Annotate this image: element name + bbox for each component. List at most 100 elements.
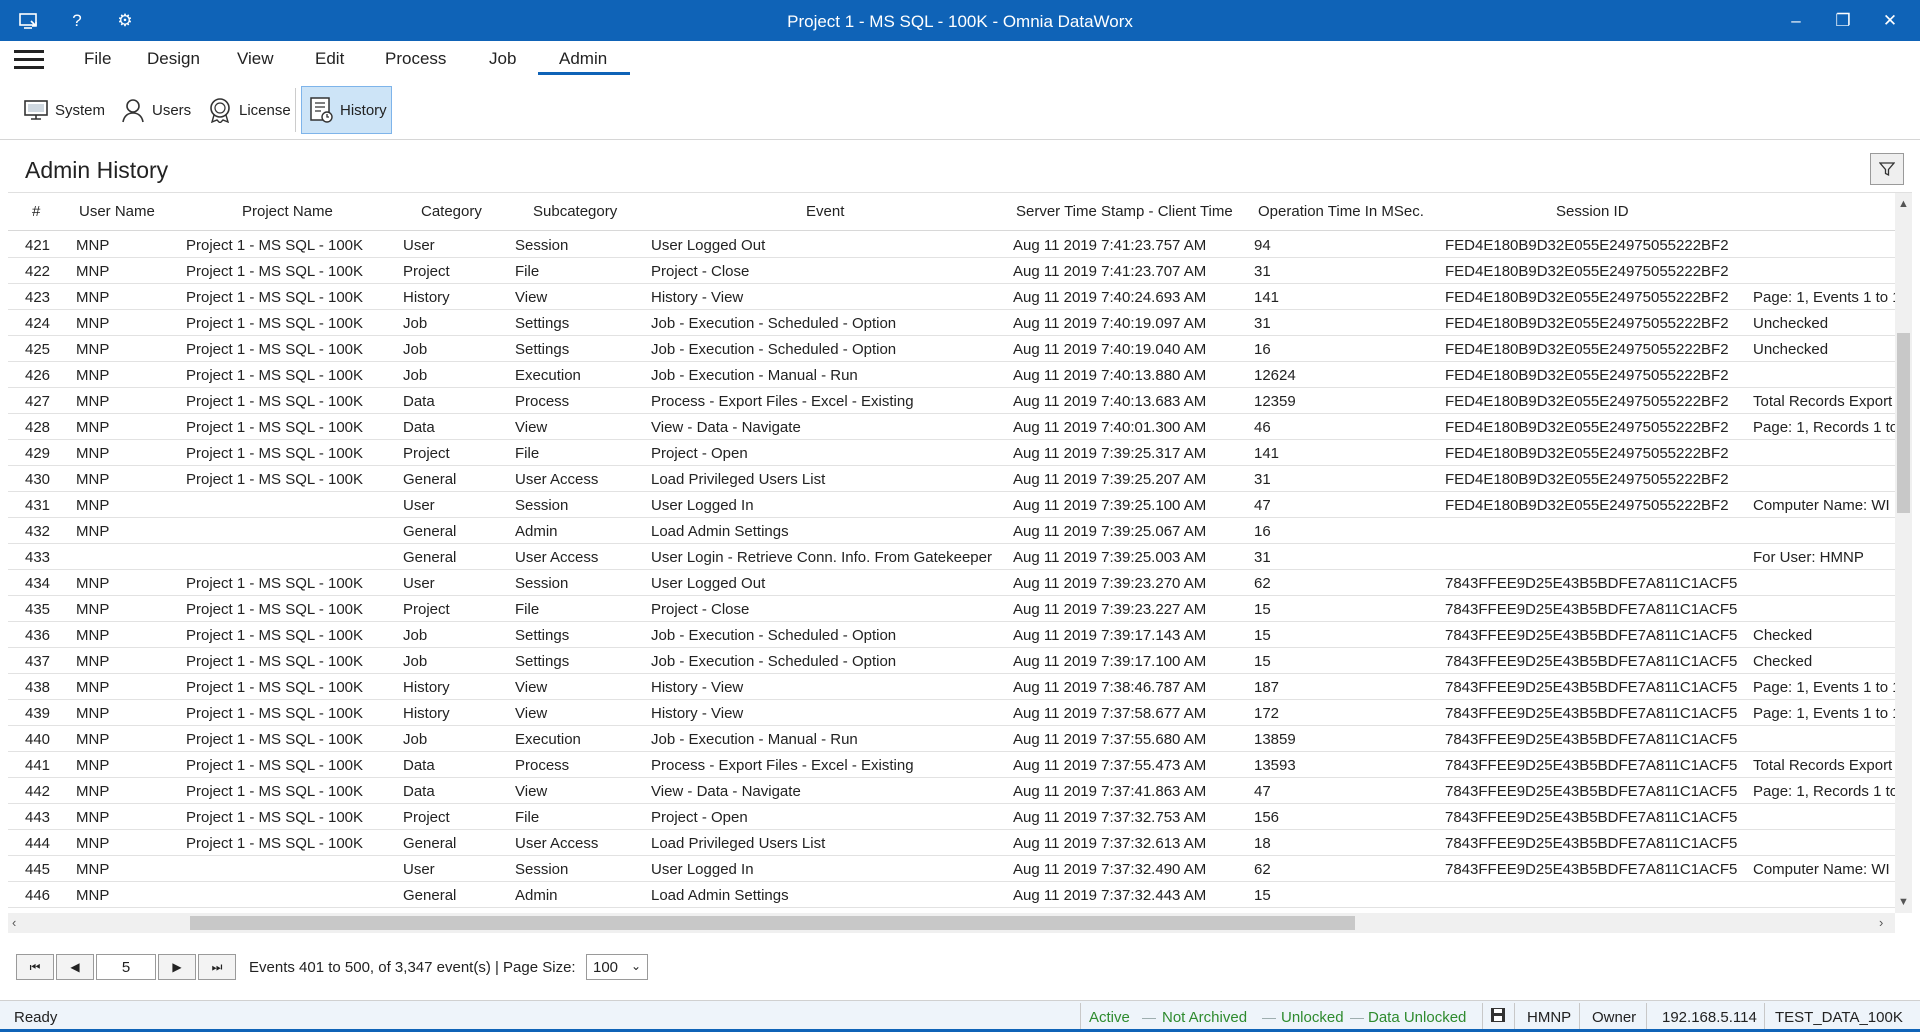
menu-admin[interactable]: Admin (559, 49, 607, 69)
table-row[interactable]: 440 MNP Project 1 - MS SQL - 100K Job Execut… (8, 726, 1895, 752)
table-row[interactable]: 442 MNP Project 1 - MS SQL - 100K Data View V… (8, 778, 1895, 804)
cell-project-name: Project 1 - MS SQL - 100K (186, 471, 364, 488)
cell-operation-time: 15 (1254, 627, 1271, 644)
cell-event: User Logged In (651, 861, 754, 878)
horizontal-scroll-thumb[interactable] (190, 916, 1355, 930)
table-row[interactable]: 428 MNP Project 1 - MS SQL - 100K Data View V… (8, 414, 1895, 440)
cell-row-number: 444 (25, 835, 51, 852)
prev-page-button[interactable]: ◀ (56, 954, 94, 980)
cell-operation-time: 16 (1254, 341, 1271, 358)
cell-category: Data (403, 419, 435, 436)
cell-project-name: Project 1 - MS SQL - 100K (186, 627, 364, 644)
menu-edit[interactable]: Edit (315, 49, 344, 69)
table-row[interactable]: 444 MNP Project 1 - MS SQL - 100K General Us… (8, 830, 1895, 856)
table-row[interactable]: 436 MNP Project 1 - MS SQL - 100K Job Settin… (8, 622, 1895, 648)
system-button[interactable]: System (17, 86, 111, 134)
menu-design[interactable]: Design (147, 49, 200, 69)
page-number-input[interactable]: 5 (96, 954, 156, 980)
col-header-operation-time[interactable]: Operation Time In MSec. (1258, 203, 1424, 220)
scroll-up-arrow-icon[interactable]: ▲ (1895, 195, 1912, 212)
cell-event: Process - Export Files - Excel - Existin… (651, 393, 914, 410)
last-page-button[interactable]: ⏭ (198, 954, 236, 980)
license-button[interactable]: License (201, 86, 297, 134)
next-page-button[interactable]: ▶ (158, 954, 196, 980)
scroll-left-arrow-icon[interactable]: ‹ (12, 915, 16, 930)
col-header-category[interactable]: Category (421, 203, 482, 220)
table-row[interactable]: 443 MNP Project 1 - MS SQL - 100K Project Fi… (8, 804, 1895, 830)
status-database: TEST_DATA_100K (1775, 1009, 1903, 1026)
page-size-select[interactable]: 100 ⌄ (586, 954, 648, 980)
table-row[interactable]: 445 MNP User Session User Logged In Aug 11 20… (8, 856, 1895, 882)
col-header-event[interactable]: Event (806, 203, 844, 220)
col-header-number[interactable]: # (32, 203, 40, 220)
table-row[interactable]: 423 MNP Project 1 - MS SQL - 100K History Vi… (8, 284, 1895, 310)
history-button[interactable]: History (301, 86, 392, 134)
users-button[interactable]: Users (114, 86, 197, 134)
cell-user-name: MNP (76, 575, 110, 592)
save-disk-icon[interactable] (1490, 1007, 1506, 1027)
cell-event: Project - Open (651, 809, 748, 826)
table-row[interactable]: 427 MNP Project 1 - MS SQL - 100K Data Proce… (8, 388, 1895, 414)
menu-view[interactable]: View (237, 49, 274, 69)
menu-process[interactable]: Process (385, 49, 446, 69)
cell-category: Job (403, 653, 428, 670)
cell-subcategory: File (515, 601, 540, 618)
col-header-subcategory[interactable]: Subcategory (533, 203, 617, 220)
table-row[interactable]: 438 MNP Project 1 - MS SQL - 100K History Vi… (8, 674, 1895, 700)
cell-event: Load Privileged Users List (651, 835, 826, 852)
table-row[interactable]: 431 MNP User Session User Logged In Aug 11 20… (8, 492, 1895, 518)
system-label: System (55, 101, 106, 119)
table-row[interactable]: 435 MNP Project 1 - MS SQL - 100K Project Fi… (8, 596, 1895, 622)
menu-job[interactable]: Job (489, 49, 516, 69)
menu-file[interactable]: File (84, 49, 111, 69)
table-row[interactable]: 425 MNP Project 1 - MS SQL - 100K Job Settin… (8, 336, 1895, 362)
first-page-button[interactable]: ⏮ (16, 954, 54, 980)
cell-timestamp: Aug 11 2019 7:40:24.693 AM (1013, 289, 1207, 306)
table-row[interactable]: 421 MNP Project 1 - MS SQL - 100K User Sessi… (8, 232, 1895, 258)
cell-event: Job - Execution - Scheduled - Option (651, 341, 897, 358)
table-row[interactable]: 426 MNP Project 1 - MS SQL - 100K Job Execut… (8, 362, 1895, 388)
filter-button[interactable] (1870, 153, 1904, 185)
status-divider (1482, 1003, 1483, 1029)
chevron-down-icon: ⌄ (630, 959, 641, 973)
table-row[interactable]: 446 MNP General Admin Load Admin Settings Aug… (8, 882, 1895, 908)
col-header-session-id[interactable]: Session ID (1556, 203, 1629, 220)
col-header-timestamp[interactable]: Server Time Stamp - Client Time (1016, 203, 1233, 220)
col-header-user-name[interactable]: User Name (79, 203, 155, 220)
cell-event: Job - Execution - Scheduled - Option (651, 627, 897, 644)
cell-subcategory: View (515, 705, 548, 722)
table-row[interactable]: 434 MNP Project 1 - MS SQL - 100K User Sessi… (8, 570, 1895, 596)
table-row[interactable]: 437 MNP Project 1 - MS SQL - 100K Job Settin… (8, 648, 1895, 674)
status-separator-dash: — (1262, 1009, 1276, 1025)
col-header-project-name[interactable]: Project Name (242, 203, 333, 220)
vertical-scroll-thumb[interactable] (1897, 333, 1910, 513)
vertical-scrollbar[interactable]: ▲ ▼ (1895, 193, 1912, 913)
cell-operation-time: 62 (1254, 861, 1271, 878)
cell-operation-time: 13859 (1254, 731, 1296, 748)
cell-user-name: MNP (76, 237, 110, 254)
scroll-down-arrow-icon[interactable]: ▼ (1895, 893, 1912, 910)
cell-category: User (403, 237, 435, 254)
status-user: HMNP (1527, 1009, 1572, 1026)
cell-session-id: 7843FFEE9D25E43B5BDFE7A811C1ACF5 (1445, 861, 1738, 878)
cell-operation-time: 12359 (1254, 393, 1296, 410)
table-row[interactable]: 424 MNP Project 1 - MS SQL - 100K Job Settin… (8, 310, 1895, 336)
table-row[interactable]: 432 MNP General Admin Load Admin Settings Aug… (8, 518, 1895, 544)
cell-user-name: MNP (76, 601, 110, 618)
close-button[interactable]: ✕ (1862, 0, 1918, 41)
table-row[interactable]: 441 MNP Project 1 - MS SQL - 100K Data Proce… (8, 752, 1895, 778)
history-label: History (340, 101, 387, 119)
cell-operation-time: 31 (1254, 263, 1271, 280)
horizontal-scrollbar[interactable]: ‹ › (8, 913, 1895, 933)
table-row[interactable]: 429 MNP Project 1 - MS SQL - 100K Project Fi… (8, 440, 1895, 466)
scroll-right-arrow-icon[interactable]: › (1879, 915, 1883, 930)
hamburger-menu-icon[interactable] (14, 50, 44, 70)
table-row[interactable]: 422 MNP Project 1 - MS SQL - 100K Project Fi… (8, 258, 1895, 284)
cell-operation-time: 15 (1254, 601, 1271, 618)
table-row[interactable]: 439 MNP Project 1 - MS SQL - 100K History Vi… (8, 700, 1895, 726)
table-row[interactable]: 430 MNP Project 1 - MS SQL - 100K General Us… (8, 466, 1895, 492)
cell-event: View - Data - Navigate (651, 419, 801, 436)
cell-details: Checked (1753, 653, 1813, 670)
table-row[interactable]: 433 General User Access User Login - Retrie… (8, 544, 1895, 570)
cell-timestamp: Aug 11 2019 7:37:32.613 AM (1013, 835, 1207, 852)
